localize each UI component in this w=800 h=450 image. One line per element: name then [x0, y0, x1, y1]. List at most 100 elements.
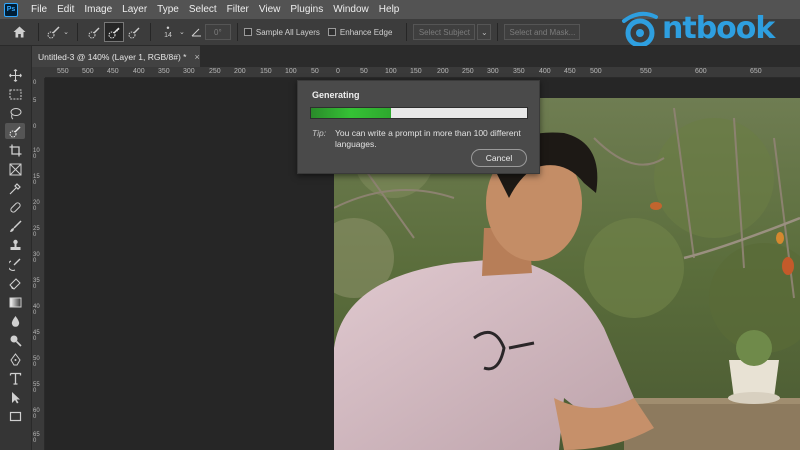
ruler-label: 250 [462, 68, 474, 75]
brush-add-icon: + [108, 27, 120, 38]
crop-icon [9, 144, 21, 156]
ruler-label: 350 [33, 278, 40, 290]
ruler-label: 300 [183, 68, 195, 75]
generating-dialog: Generating Tip: You can write a prompt i… [297, 80, 540, 174]
move-tool[interactable] [5, 67, 25, 83]
blur-tool[interactable] [5, 313, 25, 329]
lasso-icon [10, 107, 21, 119]
rectangle-icon [9, 411, 21, 421]
photoshop-window: Ps File Edit Image Layer Type Select Fil… [0, 0, 800, 450]
ruler-label: 500 [590, 68, 602, 75]
ruler-label: 500 [82, 68, 94, 75]
rectangle-tool[interactable] [5, 408, 25, 424]
ruler-label: 150 [410, 68, 422, 75]
dialog-title: Generating [312, 90, 360, 100]
home-icon [13, 26, 25, 38]
ruler-label: 100 [33, 148, 40, 160]
divider [406, 23, 408, 41]
menu-filter[interactable]: Filter [222, 4, 254, 15]
ruler-label: 450 [564, 68, 576, 75]
eraser-tool[interactable] [5, 275, 25, 291]
ruler-label: 400 [539, 68, 551, 75]
eyedropper-tool[interactable] [5, 180, 25, 196]
ruler-label: 5 [33, 98, 37, 104]
divider [38, 23, 39, 41]
horizontal-ruler[interactable]: 550 500 450 400 350 300 250 200 150 100 … [45, 67, 800, 78]
brush-dot-icon: • [166, 22, 170, 33]
select-subject-dropdown-icon[interactable]: ⌄ [477, 24, 492, 40]
document-tab[interactable]: Untitled-3 @ 140% (Layer 1, RGB/8#) * × [32, 46, 200, 67]
lasso-tool[interactable] [5, 105, 25, 121]
cancel-button[interactable]: Cancel [471, 149, 527, 167]
type-tool[interactable] [5, 370, 25, 386]
sample-all-layers-label: Sample All Layers [255, 27, 320, 37]
new-selection-button[interactable] [84, 22, 104, 42]
vertical-ruler[interactable]: 0 5 0 100 150 200 250 300 350 400 450 50… [32, 78, 45, 450]
quick-selection-icon [47, 25, 60, 38]
ruler-label: 550 [57, 68, 69, 75]
brush-tool[interactable] [5, 218, 25, 234]
type-icon [9, 372, 21, 385]
home-button[interactable] [6, 22, 32, 42]
brush-selection-icon [88, 27, 99, 38]
ruler-label: 500 [33, 356, 40, 368]
menu-view[interactable]: View [254, 4, 286, 15]
close-icon[interactable]: × [194, 52, 199, 62]
ruler-label: 150 [33, 174, 40, 186]
pen-tool[interactable] [5, 351, 25, 367]
ruler-label: 450 [33, 330, 40, 342]
divider [497, 23, 499, 41]
menu-image[interactable]: Image [79, 4, 117, 15]
enhance-edge-checkbox[interactable]: Enhance Edge [327, 28, 392, 37]
ruler-label: 550 [33, 382, 40, 394]
ruler-label: 250 [33, 226, 40, 238]
divider [236, 23, 238, 41]
ruler-label: 300 [33, 252, 40, 264]
menu-window[interactable]: Window [328, 4, 374, 15]
tip-text: You can write a prompt in more than 100 … [335, 128, 521, 149]
menu-edit[interactable]: Edit [52, 4, 79, 15]
dodge-tool[interactable] [5, 332, 25, 348]
drop-icon [11, 315, 19, 327]
progress-bar [310, 107, 528, 119]
brush-size-picker[interactable]: • 14 [157, 22, 179, 42]
chevron-down-icon[interactable]: ⌄ [179, 28, 185, 36]
marquee-tool[interactable] [5, 86, 25, 102]
ruler-label: 100 [285, 68, 297, 75]
ruler-label: 350 [513, 68, 525, 75]
clone-stamp-tool[interactable] [5, 237, 25, 253]
ruler-label: 400 [33, 304, 40, 316]
brand-name: ntbook [662, 10, 775, 46]
sample-all-layers-checkbox[interactable]: Sample All Layers [243, 27, 320, 37]
path-selection-tool[interactable] [5, 389, 25, 405]
marquee-icon [9, 89, 21, 99]
quick-selection-tool[interactable] [5, 123, 25, 139]
tool-preset-picker[interactable]: ⌄ [45, 22, 71, 42]
frame-tool[interactable] [5, 161, 25, 177]
menu-file[interactable]: File [26, 4, 52, 15]
select-subject-button[interactable]: Select Subject [413, 24, 476, 40]
angle-field[interactable]: 0° [204, 24, 231, 40]
stamp-icon [10, 239, 20, 250]
brand-logo-icon [622, 11, 658, 48]
eraser-icon [8, 277, 21, 290]
pen-icon [9, 352, 21, 365]
history-brush-tool[interactable] [5, 256, 25, 272]
menu-type[interactable]: Type [152, 4, 184, 15]
brush-subtract-icon [128, 27, 139, 38]
ruler-label: 0 [336, 68, 340, 75]
subtract-from-selection-button[interactable] [124, 22, 144, 42]
crop-tool[interactable] [5, 142, 25, 158]
gradient-tool[interactable] [5, 294, 25, 310]
ruler-label: 200 [33, 200, 40, 212]
menu-plugins[interactable]: Plugins [285, 4, 328, 15]
menu-layer[interactable]: Layer [117, 4, 152, 15]
ruler-label: 250 [209, 68, 221, 75]
frame-icon [9, 163, 21, 175]
menu-help[interactable]: Help [374, 4, 405, 15]
healing-brush-tool[interactable] [5, 199, 25, 215]
add-to-selection-button[interactable]: + [104, 22, 124, 42]
select-and-mask-button[interactable]: Select and Mask... [504, 24, 581, 40]
brush-icon [9, 219, 22, 232]
menu-select[interactable]: Select [184, 4, 222, 15]
